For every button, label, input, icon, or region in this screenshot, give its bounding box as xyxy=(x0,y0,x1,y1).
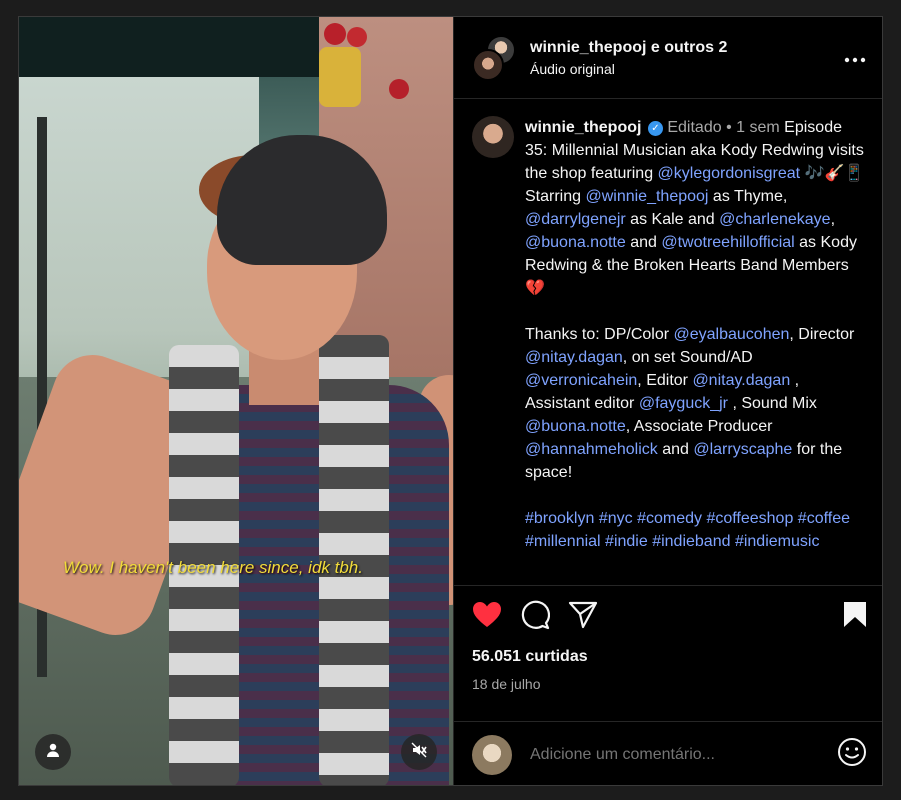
mention-link[interactable]: @nitay.dagan xyxy=(692,372,790,389)
video-player[interactable]: Wow. I haven't been here since, idk tbh. xyxy=(19,17,453,785)
caption-text: , on set Sound/AD xyxy=(622,349,753,366)
caption-text: , Associate Producer xyxy=(625,418,773,435)
post-modal: Wow. I haven't been here since, idk tbh.… xyxy=(18,16,883,786)
tagged-users-button[interactable] xyxy=(35,734,71,770)
mention-link[interactable]: @twotreehillofficial xyxy=(661,234,794,251)
post-authors-link[interactable]: winnie_thepooj e outros 2 xyxy=(530,39,844,57)
caption-text: , Editor xyxy=(637,372,693,389)
comment-button[interactable] xyxy=(520,600,551,635)
post-header: winnie_thepooj e outros 2 Áudio original xyxy=(454,17,882,99)
mention-link[interactable]: @fayguck_jr xyxy=(639,395,728,412)
mention-link[interactable]: @nitay.dagan xyxy=(525,349,623,366)
caption-text: Thanks to: DP/Color xyxy=(525,326,674,343)
mention-link[interactable]: @hannahmeholick xyxy=(525,441,658,458)
caption-hashtags: #brooklyn #nyc #comedy #coffeeshop #coff… xyxy=(525,507,867,553)
caption-username[interactable]: winnie_thepooj xyxy=(525,119,641,136)
post-date[interactable]: 18 de julho xyxy=(472,676,867,692)
hashtag-link[interactable]: #indieband xyxy=(652,533,730,550)
like-button[interactable] xyxy=(472,601,502,633)
hashtag-link[interactable]: #comedy xyxy=(637,510,702,527)
original-audio-link[interactable]: Áudio original xyxy=(530,61,844,77)
more-horizontal-icon xyxy=(844,46,866,68)
caption-text: and xyxy=(625,234,662,251)
mention-link[interactable]: @darrylgenejr xyxy=(525,211,626,228)
post-caption: winnie_thepooj ✓ Editado • 1 sem Episode… xyxy=(454,100,882,585)
hashtag-link[interactable]: #indiemusic xyxy=(735,533,819,550)
avatar[interactable] xyxy=(472,116,514,158)
caption-text: as Kale and xyxy=(625,211,720,228)
caption-text: and xyxy=(657,441,694,458)
post-time[interactable]: 1 sem xyxy=(736,119,780,136)
save-button[interactable] xyxy=(843,601,867,633)
likes-count[interactable]: 56.051 curtidas xyxy=(472,648,867,666)
mention-link[interactable]: @kylegordonisgreat xyxy=(658,165,801,182)
post-details-panel: winnie_thepooj e outros 2 Áudio original… xyxy=(453,17,882,785)
collab-avatars[interactable] xyxy=(472,34,516,81)
caption-text: as Thyme, xyxy=(708,188,788,205)
mention-link[interactable]: @eyalbaucohen xyxy=(674,326,790,343)
video-frame xyxy=(19,17,453,785)
separator-dot: • xyxy=(726,119,732,136)
speaker-muted-icon xyxy=(411,742,427,763)
hashtag-link[interactable]: #coffeeshop xyxy=(706,510,793,527)
smiley-icon xyxy=(837,737,867,772)
emoji-picker-button[interactable] xyxy=(837,737,867,772)
video-subtitle: Wow. I haven't been here since, idk tbh. xyxy=(63,558,363,577)
caption-paragraph: Episode 35: Millennial Musician aka Kody… xyxy=(525,119,864,297)
mention-link[interactable]: @winnie_thepooj xyxy=(585,188,708,205)
send-icon xyxy=(568,601,598,634)
bookmark-icon xyxy=(843,602,867,632)
avatar xyxy=(472,48,504,81)
hashtag-link[interactable]: #millennial xyxy=(525,533,601,550)
mention-link[interactable]: @buona.notte xyxy=(525,418,626,435)
comment-input[interactable] xyxy=(530,745,837,764)
hashtag-link[interactable]: #brooklyn xyxy=(525,510,594,527)
edited-label: Editado xyxy=(667,119,722,136)
comment-composer xyxy=(454,721,882,785)
mention-link[interactable]: @charlenekaye xyxy=(719,211,830,228)
post-actions: 56.051 curtidas 18 de julho xyxy=(454,585,882,692)
mention-link[interactable]: @larryscaphe xyxy=(693,441,792,458)
verified-badge-icon: ✓ xyxy=(647,121,663,136)
hashtag-link[interactable]: #coffee xyxy=(798,510,850,527)
mute-button[interactable] xyxy=(401,734,437,770)
mention-link[interactable]: @buona.notte xyxy=(525,234,626,251)
heart-icon xyxy=(472,601,502,633)
mention-link[interactable]: @verronicahein xyxy=(525,372,637,389)
user-icon xyxy=(45,742,61,763)
avatar xyxy=(472,734,512,775)
caption-text: , xyxy=(830,211,836,228)
comment-bubble-icon xyxy=(520,600,551,635)
hashtag-link[interactable]: #indie xyxy=(605,533,648,550)
hashtag-link[interactable]: #nyc xyxy=(599,510,633,527)
caption-text: , Director xyxy=(789,326,855,343)
caption-paragraph: Thanks to: DP/Color @eyalbaucohen, Direc… xyxy=(525,323,867,484)
caption-text: , Sound Mix xyxy=(728,395,817,412)
more-options-button[interactable] xyxy=(844,46,866,69)
share-button[interactable] xyxy=(568,601,598,634)
